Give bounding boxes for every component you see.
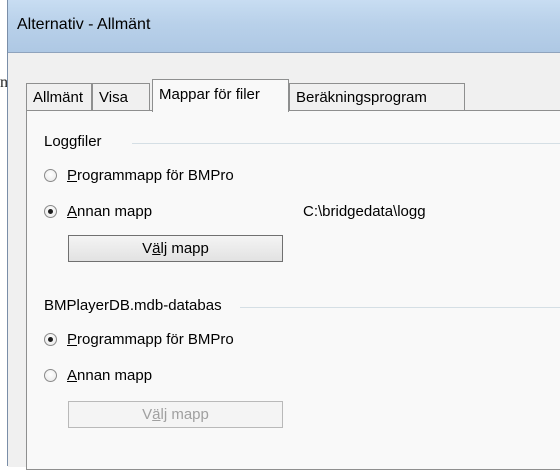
- choose-folder-button-logfiles[interactable]: Välj mapp: [68, 235, 283, 262]
- radio-logfiles-program-folder[interactable]: Programmapp för BMPro: [44, 167, 234, 184]
- group-divider: [240, 307, 560, 308]
- radio-button-unchecked[interactable]: [44, 169, 57, 182]
- radio-database-program-folder[interactable]: Programmapp för BMPro: [44, 331, 234, 348]
- logfiles-path: C:\bridgedata\logg: [303, 203, 426, 220]
- options-dialog: Alternativ - Allmänt Allmänt Visa Mappar…: [7, 0, 560, 470]
- title-bar[interactable]: Alternativ - Allmänt: [8, 0, 560, 52]
- radio-database-other-folder[interactable]: Annan mapp: [44, 367, 152, 384]
- radio-button-checked[interactable]: [44, 333, 57, 346]
- radio-label: Programmapp för BMPro: [67, 331, 234, 348]
- dialog-client-area: Allmänt Visa Mappar för filer Beräknings…: [8, 52, 560, 470]
- group-divider: [132, 143, 560, 144]
- group-label-database: BMPlayerDB.mdb-databas: [44, 297, 224, 314]
- radio-label: Programmapp för BMPro: [67, 167, 234, 184]
- tab-view[interactable]: Visa: [92, 83, 150, 111]
- radio-label: Annan mapp: [67, 203, 153, 220]
- group-label-logfiles: Loggfiler: [44, 133, 104, 150]
- radio-logfiles-other-folder[interactable]: Annan mapp: [44, 203, 152, 220]
- window-title: Alternativ - Allmänt: [17, 16, 151, 33]
- tab-calculation-programs[interactable]: Beräkningsprogram: [289, 83, 465, 111]
- tab-file-folders[interactable]: Mappar för filer: [152, 79, 289, 112]
- choose-folder-button-database: Välj mapp: [68, 401, 283, 428]
- tab-general[interactable]: Allmänt: [26, 83, 92, 111]
- tab-panel-file-folders: Loggfiler Programmapp för BMPro Annan ma…: [26, 110, 560, 470]
- radio-button-unchecked[interactable]: [44, 369, 57, 382]
- radio-button-checked[interactable]: [44, 205, 57, 218]
- radio-label: Annan mapp: [67, 367, 153, 384]
